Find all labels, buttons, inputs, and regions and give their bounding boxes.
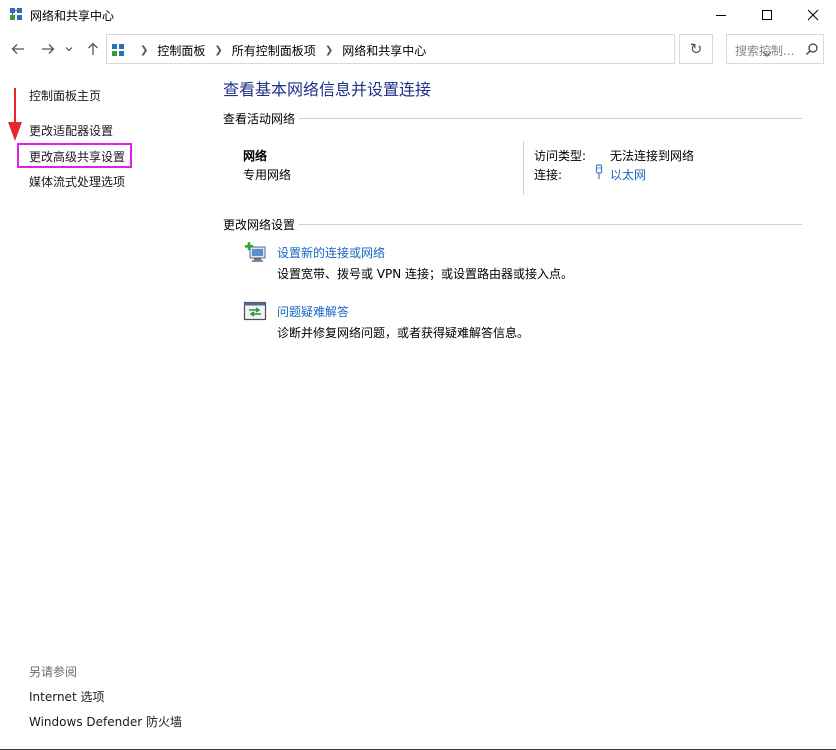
title-bar: 网络和共享中心: [0, 0, 836, 30]
change-settings-label: 更改网络设置: [223, 218, 296, 232]
chevron-down-icon: [65, 47, 73, 52]
active-networks-label: 查看活动网络: [223, 112, 296, 126]
active-networks-heading: 查看活动网络: [223, 110, 803, 127]
arrow-right-icon: [42, 44, 55, 54]
search-input[interactable]: 搜索控制...: [726, 34, 824, 64]
setup-new-connection-link[interactable]: 设置新的连接或网络: [277, 244, 385, 261]
breadcrumb-separator-icon[interactable]: ❯: [214, 45, 222, 56]
connection-label: 连接:: [534, 168, 563, 182]
back-button[interactable]: [8, 39, 28, 59]
page-title: 查看基本网络信息并设置连接: [223, 80, 432, 99]
address-bar[interactable]: ❯ 控制面板 ❯ 所有控制面板项 ❯ 网络和共享中心: [106, 34, 772, 64]
troubleshoot-link[interactable]: 问题疑难解答: [277, 303, 349, 320]
sidebar-advanced-sharing-link[interactable]: 更改高级共享设置: [29, 148, 125, 165]
sidebar-media-streaming-link[interactable]: 媒体流式处理选项: [29, 173, 125, 190]
breadcrumb-separator-icon[interactable]: ❯: [325, 45, 333, 56]
close-button[interactable]: [790, 0, 836, 30]
refresh-icon: ↻: [689, 40, 703, 58]
forward-button[interactable]: [38, 39, 58, 59]
section-divider: [299, 118, 803, 119]
see-also-heading: 另请参阅: [29, 665, 78, 679]
search-placeholder: 搜索控制...: [735, 44, 795, 58]
section-divider: [299, 224, 803, 225]
network-name: 网络: [243, 149, 268, 163]
sidebar: 控制面板主页 更改适配器设置 更改高级共享设置 媒体流式处理选项 另请参阅 In…: [0, 68, 210, 750]
minimize-button[interactable]: [698, 0, 744, 30]
arrow-left-icon: [11, 44, 24, 54]
navigation-bar: ❯ 控制面板 ❯ 所有控制面板项 ❯ 网络和共享中心 ↻ 搜索控制...: [0, 30, 836, 68]
setup-new-connection-desc: 设置宽带、拨号或 VPN 连接；或设置路由器或接入点。: [277, 267, 574, 281]
refresh-button[interactable]: ↻: [679, 34, 713, 64]
recent-locations-button[interactable]: [62, 39, 76, 59]
breadcrumb-separator-icon[interactable]: ❯: [140, 45, 148, 56]
window-title: 网络和共享中心: [30, 9, 115, 23]
new-connection-icon: [245, 242, 266, 262]
close-icon: [807, 9, 819, 21]
breadcrumb-network-center[interactable]: 网络和共享中心: [342, 42, 426, 59]
network-center-icon: [112, 44, 124, 56]
maximize-icon: [762, 10, 772, 20]
breadcrumb-control-panel[interactable]: 控制面板: [157, 42, 205, 59]
vertical-divider: [523, 141, 524, 195]
ethernet-connection-link[interactable]: 以太网: [610, 166, 646, 183]
breadcrumb-all-items[interactable]: 所有控制面板项: [232, 42, 316, 59]
sidebar-internet-options-link[interactable]: Internet 选项: [29, 688, 104, 705]
maximize-button[interactable]: [744, 0, 790, 30]
sidebar-adapter-settings-link[interactable]: 更改适配器设置: [29, 122, 113, 139]
arrow-up-icon: [88, 42, 98, 55]
access-type-label: 访问类型:: [534, 149, 587, 163]
access-type-value: 无法连接到网络: [610, 149, 695, 163]
ethernet-icon: [595, 164, 603, 179]
breadcrumb: ❯ 控制面板 ❯ 所有控制面板项 ❯ 网络和共享中心: [131, 42, 426, 59]
troubleshoot-desc: 诊断并修复网络问题，或者获得疑难解答信息。: [277, 326, 530, 340]
change-settings-heading: 更改网络设置: [223, 216, 803, 233]
network-center-icon: [10, 8, 22, 20]
red-arrow-annotation-icon: [8, 88, 22, 141]
main-content: 查看基本网络信息并设置连接 查看活动网络 网络 专用网络 访问类型: 无法连接到…: [210, 68, 836, 750]
minimize-icon: [716, 15, 726, 16]
network-category-link[interactable]: 专用网络: [243, 166, 291, 183]
sidebar-home-link[interactable]: 控制面板主页: [29, 87, 101, 104]
troubleshoot-icon: [243, 301, 267, 321]
up-button[interactable]: [83, 39, 103, 59]
sidebar-firewall-link[interactable]: Windows Defender 防火墙: [29, 713, 182, 730]
search-icon: [806, 43, 818, 55]
